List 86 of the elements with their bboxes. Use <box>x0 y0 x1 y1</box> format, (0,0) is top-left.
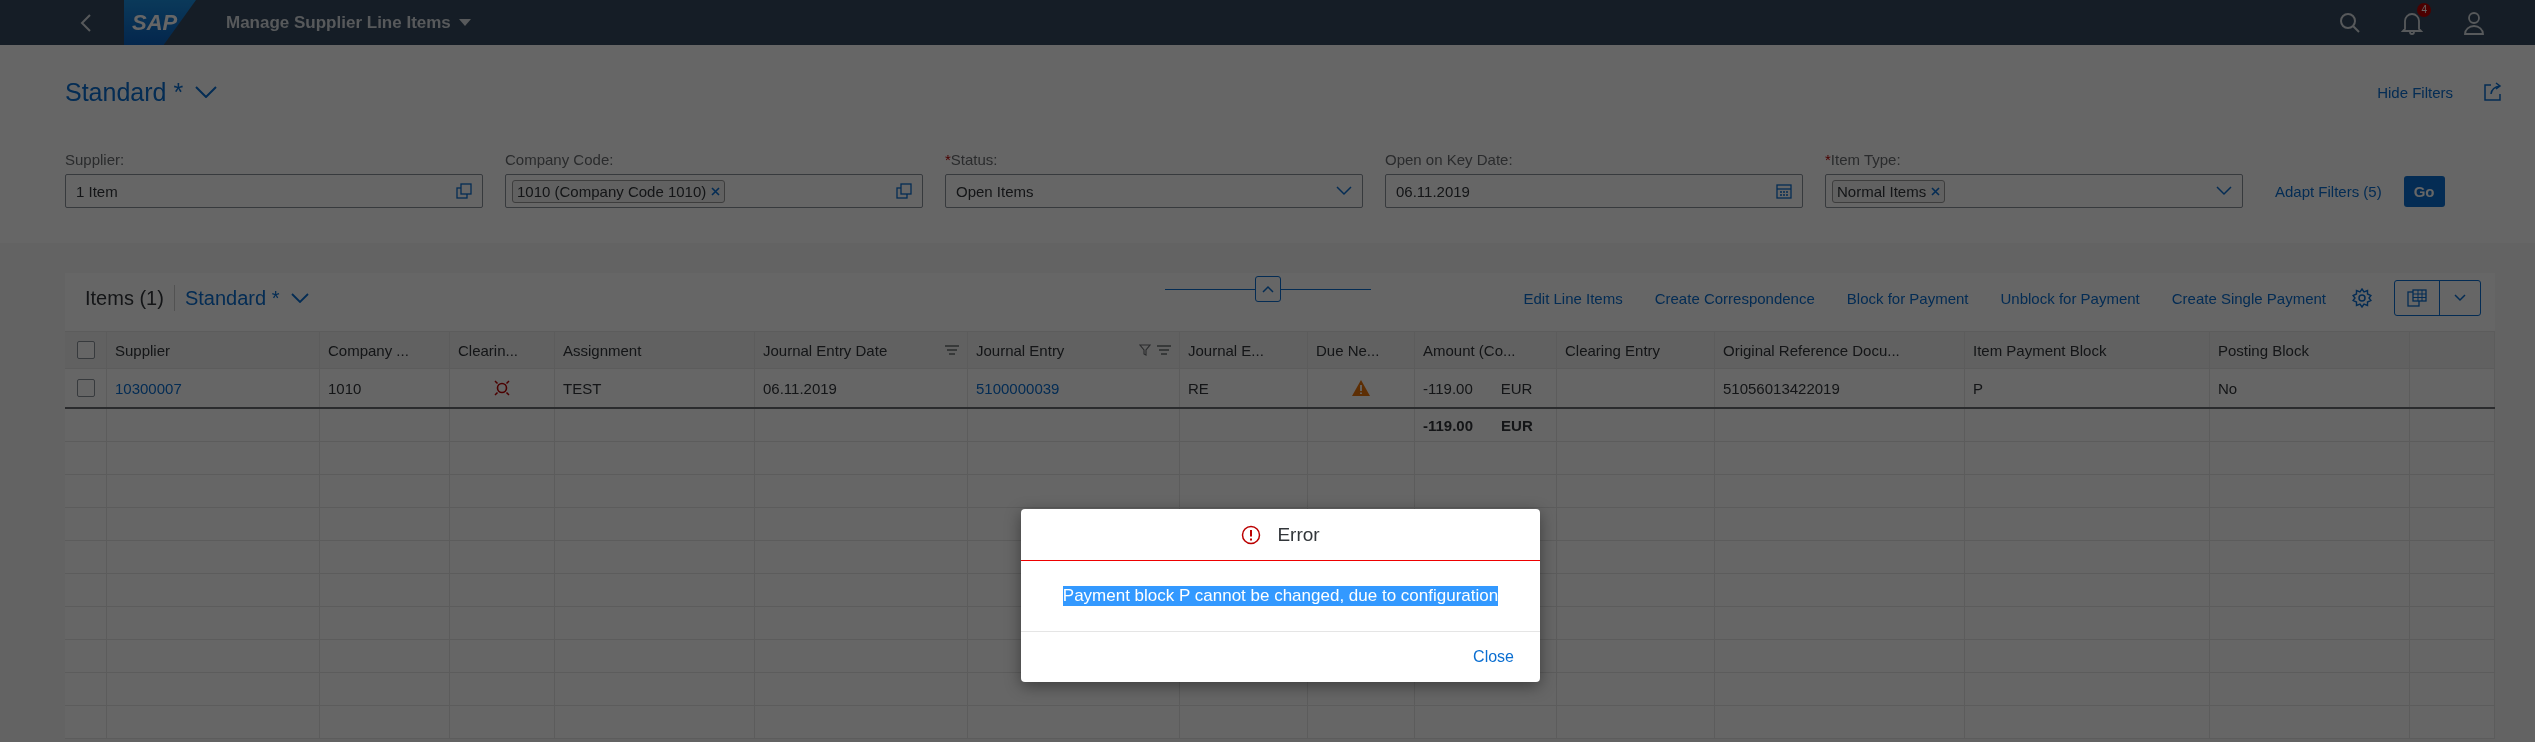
toolbar-action[interactable]: Create Correspondence <box>1638 289 1831 307</box>
table-cell: 51056013422019 <box>1723 379 1840 397</box>
toolbar-action[interactable]: Create Single Payment <box>2155 289 2342 307</box>
dropdown-icon[interactable] <box>2216 186 2232 196</box>
filter-field[interactable]: Open Items <box>945 174 1363 208</box>
export-button[interactable] <box>2394 280 2481 316</box>
filter-field[interactable]: Normal Items <box>1825 174 2243 208</box>
column-header[interactable]: Journal Entry Date <box>763 341 888 359</box>
filter-icon <box>1139 344 1151 356</box>
required-asterisk: * <box>1825 151 1831 168</box>
filter-label: *Item Type: <box>1825 151 1902 168</box>
value-help-icon[interactable] <box>896 183 912 199</box>
column-header[interactable]: Original Reference Docu... <box>1723 341 1900 359</box>
table-title: Items (1) <box>85 286 164 310</box>
column-header[interactable]: Journal Entry <box>976 341 1065 359</box>
select-all-checkbox[interactable] <box>77 341 95 359</box>
column-header[interactable]: Assignment <box>563 341 642 359</box>
filter-field[interactable]: 06.11.2019 <box>1385 174 1803 208</box>
filter-field[interactable]: 1 Item <box>65 174 483 208</box>
search-icon[interactable] <box>2339 11 2361 34</box>
table-cell: 06.11.2019 <box>763 379 837 397</box>
column-header[interactable]: Clearing Entry <box>1565 341 1661 359</box>
chevron-down-icon <box>291 293 310 303</box>
notification-badge: 4 <box>2417 2 2431 17</box>
column-header[interactable]: Posting Block <box>2218 341 2309 359</box>
table-cell: 1010 <box>328 379 362 397</box>
column-header[interactable]: Supplier <box>115 341 171 359</box>
column-header[interactable]: Amount (Co... <box>1423 341 1516 359</box>
table-cell: RE <box>1188 379 1209 397</box>
value-help-icon[interactable] <box>456 183 472 199</box>
toolbar-action[interactable]: Unblock for Payment <box>1984 289 2156 307</box>
error-message: Payment block P cannot be changed, due to configuration <box>1062 586 1499 606</box>
filter-field[interactable]: 1010 (Company Code 1010) <box>505 174 923 208</box>
error-icon <box>1241 524 1262 545</box>
remove-icon[interactable] <box>1931 186 1941 196</box>
filter-token[interactable]: 1010 (Company Code 1010) <box>512 179 726 203</box>
warning-icon <box>1352 380 1370 396</box>
sap-logo[interactable]: SAP <box>124 0 196 45</box>
dropdown-icon[interactable] <box>1336 186 1352 196</box>
filter-label: Supplier: <box>65 151 126 168</box>
column-header[interactable]: Item Payment Block <box>1973 341 2107 359</box>
table-link[interactable]: 5100000039 <box>976 379 1060 397</box>
filter-label: Open on Key Date: <box>1385 151 1514 168</box>
toolbar-action[interactable]: Block for Payment <box>1830 289 1985 307</box>
variant-selector[interactable]: Standard * <box>184 286 310 310</box>
table-cell: TEST <box>563 379 602 397</box>
row-checkbox[interactable] <box>77 379 95 397</box>
chevron-down-icon <box>195 86 218 98</box>
required-asterisk: * <box>945 151 951 168</box>
column-header[interactable]: Journal E... <box>1188 341 1264 359</box>
adapt-filters-link[interactable]: Adapt Filters (5) <box>2275 182 2382 200</box>
dialog-title: Error <box>1277 523 1320 546</box>
calendar-icon[interactable] <box>1776 183 1792 199</box>
app-title[interactable]: Manage Supplier Line Items <box>226 12 451 33</box>
table-cell: No <box>2218 379 2238 397</box>
table-cell: P <box>1973 379 1983 397</box>
toolbar-action[interactable]: Edit Line Items <box>1507 289 1639 307</box>
currency-unit: EUR <box>1501 416 1533 434</box>
chevron-down-icon <box>2454 294 2466 302</box>
table-link[interactable]: 10300007 <box>115 379 182 397</box>
sort-icon <box>1157 345 1171 355</box>
caret-icon[interactable] <box>458 18 471 27</box>
column-header[interactable]: Clearin... <box>458 341 519 359</box>
go-button[interactable]: Go <box>2403 175 2445 207</box>
currency-unit: EUR <box>1500 379 1533 397</box>
filter-label: Company Code: <box>505 151 615 168</box>
user-icon[interactable] <box>2463 10 2485 35</box>
column-header[interactable]: Company ... <box>328 341 409 359</box>
close-button[interactable]: Close <box>1467 647 1520 667</box>
sort-icon <box>945 345 959 355</box>
total-amount: -119.00 <box>1423 416 1474 434</box>
status-icon <box>494 380 510 396</box>
chevron-up-icon <box>1261 285 1274 293</box>
spreadsheet-icon <box>2407 289 2427 307</box>
variant-selector[interactable]: Standard * <box>65 77 218 107</box>
share-icon[interactable] <box>2483 82 2503 102</box>
back-icon[interactable] <box>80 13 92 32</box>
filter-label: *Status: <box>945 151 999 168</box>
collapse-button[interactable] <box>1254 276 1281 302</box>
remove-icon[interactable] <box>711 186 721 196</box>
notification-icon[interactable] <box>2401 10 2423 35</box>
amount-value: -119.00 <box>1423 379 1473 397</box>
column-header[interactable]: Due Ne... <box>1316 341 1380 359</box>
filter-token[interactable]: Normal Items <box>1832 179 1946 203</box>
hide-filters-link[interactable]: Hide Filters <box>2377 83 2453 101</box>
settings-icon[interactable] <box>2352 288 2372 308</box>
